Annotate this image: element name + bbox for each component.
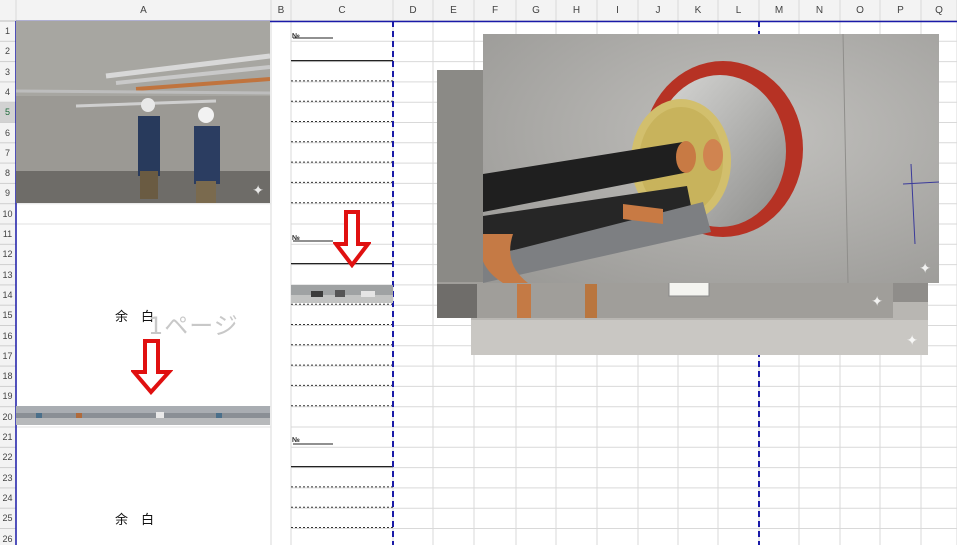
down-arrow-icon [333,210,371,268]
row-header-14[interactable]: 14 [0,285,15,305]
sparkle-icon: ✦ [906,332,918,348]
row-header-1[interactable]: 1 [0,21,15,41]
row-header-21[interactable]: 21 [0,427,15,447]
row-header-3[interactable]: 3 [0,62,15,82]
row-header-16[interactable]: 16 [0,326,15,346]
photo-workers-ceiling[interactable]: ✦ [16,21,270,203]
blank-text-2: 余 白 [115,513,155,528]
row-header-2[interactable]: 2 [0,41,15,61]
number-label-1: № [292,33,300,40]
column-header-j[interactable]: J [638,0,678,21]
sparkle-icon: ✦ [871,293,883,309]
row-header-4[interactable]: 4 [0,82,15,102]
row-header-12[interactable]: 12 [0,244,15,264]
row-header-8[interactable]: 8 [0,163,15,183]
row-header-9[interactable]: 9 [0,183,15,203]
row-header-7[interactable]: 7 [0,143,15,163]
row-header-15[interactable]: 15 [0,305,15,325]
photo-pipe-sleeve-image [483,34,939,283]
column-header-p[interactable]: P [880,0,921,21]
photo-pipe-sleeve[interactable]: ✦ [483,34,939,283]
column-header-m[interactable]: M [759,0,799,21]
page-number-watermark: 1ページ [148,312,239,340]
column-header-f[interactable]: F [474,0,516,21]
row-header-13[interactable]: 13 [0,265,15,285]
column-header-g[interactable]: G [516,0,556,21]
column-header-k[interactable]: K [678,0,718,21]
row-header-22[interactable]: 22 [0,447,15,467]
row-header-6[interactable]: 6 [0,123,15,143]
number-label-3: № [292,437,300,444]
sparkle-icon: ✦ [252,182,264,198]
column-header-o[interactable]: O [840,0,880,21]
row-header-24[interactable]: 24 [0,488,15,508]
row-header-10[interactable]: 10 [0,204,15,224]
row-header-5[interactable]: 5 [0,102,15,122]
row-header-26[interactable]: 26 [0,529,15,549]
photo-column-c-strip-image [291,285,393,303]
column-header-l[interactable]: L [718,0,759,21]
column-header-q[interactable]: Q [921,0,957,21]
sparkle-icon: ✦ [919,260,931,276]
photo-workers-image [16,21,270,203]
column-header-i[interactable]: I [597,0,638,21]
photo-column-c-strip[interactable] [291,285,393,303]
row-header-23[interactable]: 23 [0,468,15,488]
row-header-25[interactable]: 25 [0,508,15,528]
photo-garage-strip[interactable] [16,406,270,425]
row-header-20[interactable]: 20 [0,407,15,427]
column-header-b[interactable]: B [271,0,291,21]
row-header-17[interactable]: 17 [0,346,15,366]
down-arrow-icon [131,339,173,395]
column-header-a[interactable]: A [16,0,271,21]
column-header-d[interactable]: D [393,0,433,21]
row-header-18[interactable]: 18 [0,366,15,386]
number-label-2: № [292,235,300,242]
column-header-h[interactable]: H [556,0,597,21]
column-header-c[interactable]: C [291,0,393,21]
column-header-e[interactable]: E [433,0,474,21]
row-header-11[interactable]: 11 [0,224,15,244]
row-header-19[interactable]: 19 [0,386,15,406]
photo-garage-strip-image [16,406,270,425]
column-header-n[interactable]: N [799,0,840,21]
